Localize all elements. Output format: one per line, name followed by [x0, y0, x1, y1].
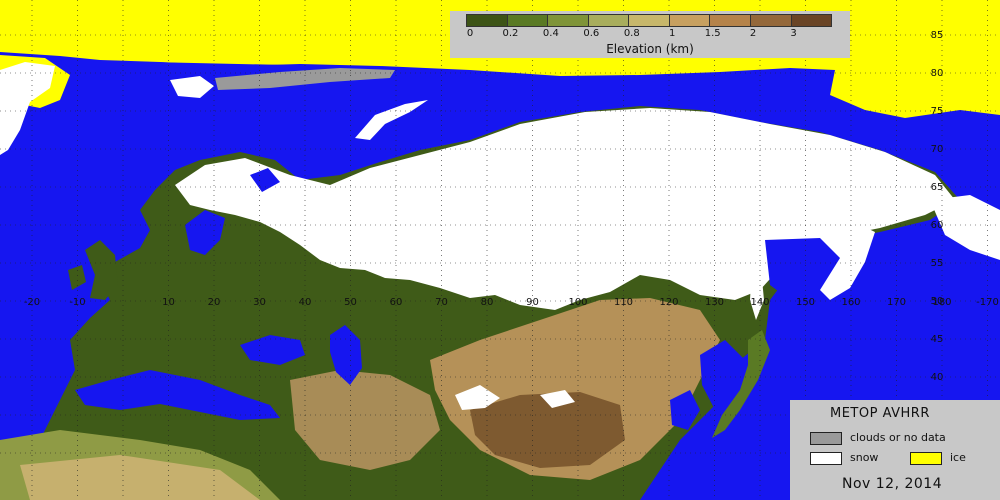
longitude-label: 20 — [208, 297, 221, 308]
clouds-swatch — [810, 432, 842, 445]
latitude-label: 45 — [931, 334, 944, 345]
longitude-label: 80 — [481, 297, 494, 308]
longitude-label: -10 — [69, 297, 85, 308]
latitude-label: 70 — [931, 144, 944, 155]
elevation-tick-label: 1 — [669, 28, 676, 39]
elevation-ticks: 0 0.2 0.4 0.6 0.8 1 1.5 2 3 — [450, 28, 850, 40]
longitude-label: 110 — [614, 297, 633, 308]
elevation-tick-label: 1.5 — [704, 28, 721, 39]
longitude-label: 140 — [750, 297, 769, 308]
longitude-label: -170 — [976, 297, 999, 308]
longitude-label: 70 — [435, 297, 448, 308]
elevation-swatch — [710, 15, 751, 26]
elevation-swatch — [467, 15, 508, 26]
elevation-tick-label: 0.8 — [623, 28, 640, 39]
longitude-label: -20 — [24, 297, 40, 308]
longitude-label: 160 — [841, 297, 860, 308]
longitude-label: 10 — [162, 297, 175, 308]
longitude-label: 40 — [299, 297, 312, 308]
elevation-swatch — [548, 15, 589, 26]
latitude-label: 85 — [931, 30, 944, 41]
longitude-label: 50 — [344, 297, 357, 308]
elevation-tick-label: 0.2 — [502, 28, 519, 39]
elevation-swatch — [791, 15, 832, 26]
latitude-label: 80 — [931, 68, 944, 79]
elevation-color-bar — [466, 14, 832, 27]
elevation-legend: 0 0.2 0.4 0.6 0.8 1 1.5 2 3 Elevation (km) — [450, 11, 850, 58]
longitude-label: 60 — [390, 297, 403, 308]
ice-label: ice — [950, 451, 966, 464]
elevation-swatch — [750, 15, 792, 26]
map-legend: METOP AVHRR clouds or no data snow ice N… — [790, 400, 1000, 500]
longitude-label: 90 — [526, 297, 539, 308]
elevation-swatch — [507, 15, 549, 26]
snow-swatch — [810, 452, 842, 465]
elevation-title: Elevation (km) — [606, 42, 694, 56]
latitude-label: 60 — [931, 220, 944, 231]
longitude-label: 150 — [796, 297, 815, 308]
elevation-tick-label: 0 — [466, 28, 474, 39]
elevation-swatch — [629, 15, 670, 26]
latitude-label: 75 — [931, 106, 944, 117]
elevation-tick-label: 0.6 — [583, 28, 600, 39]
elevation-swatch — [669, 15, 711, 26]
snow-label: snow — [850, 451, 879, 464]
elevation-tick-label: 2 — [749, 28, 757, 39]
longitude-label: 130 — [705, 297, 724, 308]
elevation-swatch — [588, 15, 630, 26]
legend-title: METOP AVHRR — [830, 406, 930, 421]
longitude-label: 120 — [659, 297, 678, 308]
ice-swatch — [910, 452, 942, 465]
longitude-label: 100 — [568, 297, 587, 308]
latitude-label: 55 — [931, 258, 944, 269]
elevation-tick-label: 3 — [790, 28, 797, 39]
latitude-label: 50 — [931, 296, 944, 307]
legend-date: Nov 12, 2014 — [842, 476, 943, 492]
clouds-label: clouds or no data — [850, 431, 946, 444]
longitude-label: 170 — [887, 297, 906, 308]
elevation-tick-label: 0.4 — [542, 28, 559, 39]
longitude-label: 30 — [253, 297, 266, 308]
latitude-label: 40 — [931, 372, 944, 383]
latitude-label: 65 — [931, 182, 944, 193]
